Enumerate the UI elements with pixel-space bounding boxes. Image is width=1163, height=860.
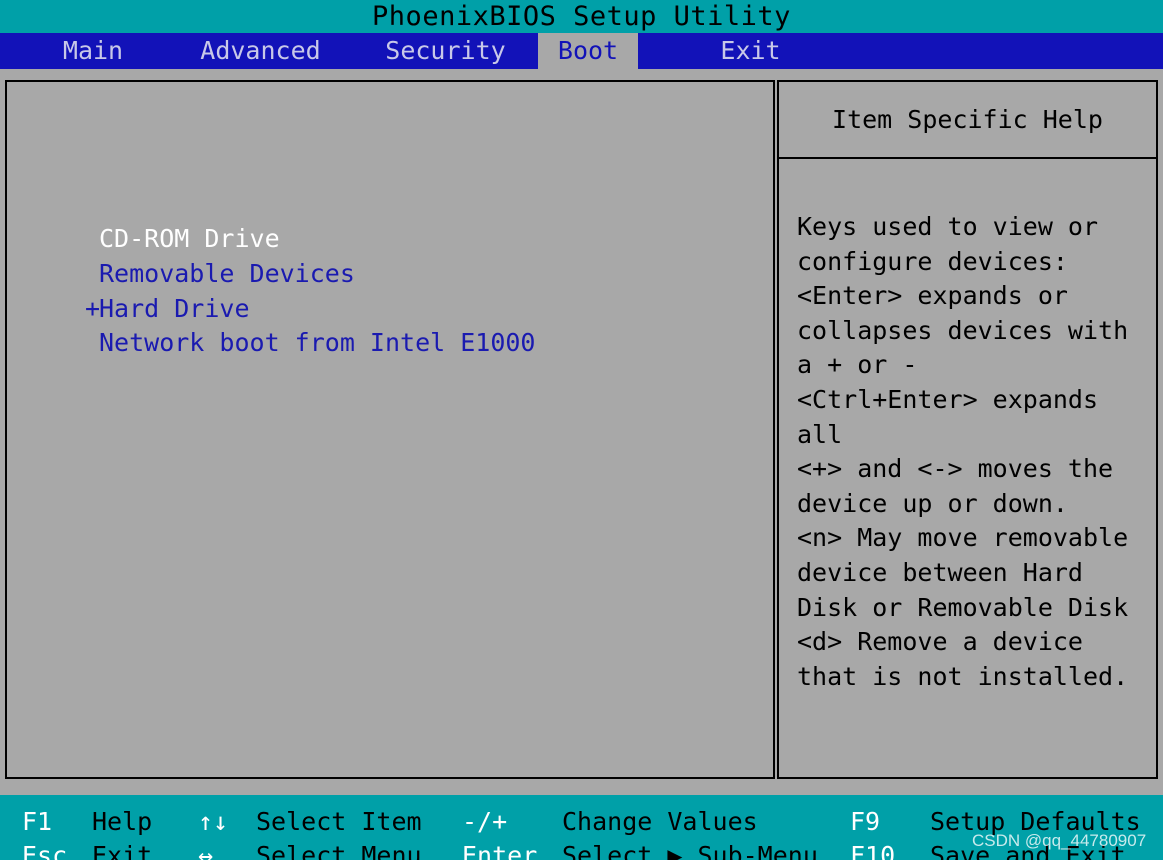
key-f9[interactable]: F9 <box>850 809 880 834</box>
tab-main[interactable]: Main <box>18 33 168 69</box>
help-line: device up or down. <box>797 487 1145 522</box>
expand-indicator <box>85 257 99 292</box>
key-f1-desc: Help <box>92 809 152 834</box>
key-legend-bar: F1 Help ↑↓ Select Item -/+ Change Values… <box>0 795 1163 860</box>
select-item-desc: Select Item <box>256 809 422 834</box>
title-bar: PhoenixBIOS Setup Utility <box>0 0 1163 33</box>
boot-list-item-network[interactable]: Network boot from Intel E1000 <box>85 326 745 361</box>
key-enter[interactable]: Enter <box>462 843 537 860</box>
page-title: PhoenixBIOS Setup Utility <box>372 3 791 30</box>
menu-bar: Main Advanced Security Boot Exit <box>0 33 1163 69</box>
expand-indicator <box>85 326 99 361</box>
help-panel-title: Item Specific Help <box>832 107 1103 132</box>
bios-setup-screen: PhoenixBIOS Setup Utility Main Advanced … <box>0 0 1163 860</box>
expand-indicator <box>85 222 99 257</box>
boot-list-item-label: Hard Drive <box>99 294 250 323</box>
help-line: Disk or Removable Disk <box>797 591 1145 626</box>
tab-exit[interactable]: Exit <box>638 33 863 69</box>
key-esc-desc: Exit <box>92 843 152 860</box>
boot-device-list: CD-ROM Drive Removable Devices +Hard Dri… <box>85 222 745 361</box>
help-line: <d> Remove a device <box>797 625 1145 660</box>
watermark: CSDN @qq_44780907 <box>972 832 1146 849</box>
item-specific-help-panel: Item Specific Help Keys used to view or … <box>777 80 1158 779</box>
help-line: device between Hard <box>797 556 1145 591</box>
help-line: <Ctrl+Enter> expands <box>797 383 1145 418</box>
arrow-up-down-icon: ↑↓ <box>198 809 228 834</box>
help-panel-header: Item Specific Help <box>779 82 1156 159</box>
tab-boot[interactable]: Boot <box>538 33 638 69</box>
tab-advanced[interactable]: Advanced <box>168 33 353 69</box>
select-submenu-desc: Select ▶ Sub-Menu <box>562 843 818 860</box>
key-esc[interactable]: Esc <box>22 843 67 860</box>
help-panel-body: Keys used to view or configure devices: … <box>797 210 1145 694</box>
help-line: <+> and <-> moves the <box>797 452 1145 487</box>
key-f10[interactable]: F10 <box>850 843 895 860</box>
help-line: a + or - <box>797 348 1145 383</box>
select-menu-desc: Select Menu <box>256 843 422 860</box>
boot-list-item-label: Network boot from Intel E1000 <box>99 328 536 357</box>
boot-list-item-removable[interactable]: Removable Devices <box>85 257 745 292</box>
help-line: all <box>797 418 1145 453</box>
change-values-desc: Change Values <box>562 809 758 834</box>
expand-indicator-plus-icon[interactable]: + <box>85 292 99 327</box>
boot-list-item-cdrom[interactable]: CD-ROM Drive <box>85 222 745 257</box>
boot-list-item-hard-drive[interactable]: +Hard Drive <box>85 292 745 327</box>
tab-security[interactable]: Security <box>353 33 538 69</box>
help-line: that is not installed. <box>797 660 1145 695</box>
help-line: collapses devices with <box>797 314 1145 349</box>
help-line: configure devices: <box>797 245 1145 280</box>
help-line: <Enter> expands or <box>797 279 1145 314</box>
key-f1[interactable]: F1 <box>22 809 52 834</box>
help-line: <n> May move removable <box>797 521 1145 556</box>
help-line: Keys used to view or <box>797 210 1145 245</box>
boot-list-item-label: Removable Devices <box>99 259 355 288</box>
key-minus-plus[interactable]: -/+ <box>462 809 507 834</box>
boot-list-item-label: CD-ROM Drive <box>99 224 280 253</box>
boot-order-panel: CD-ROM Drive Removable Devices +Hard Dri… <box>5 80 775 779</box>
arrow-left-right-icon: ↔ <box>198 843 213 860</box>
